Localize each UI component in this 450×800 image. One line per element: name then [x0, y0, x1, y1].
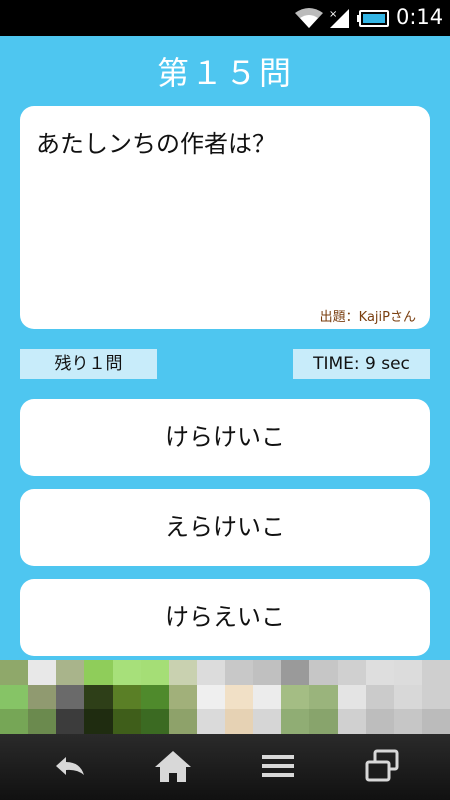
question-card: あたしンちの作者は？ 出題：KajiPさん [20, 106, 430, 329]
ad-banner-pixel [140, 660, 169, 685]
ad-banner-pixel [365, 684, 394, 710]
ad-banner-pixel [393, 660, 422, 685]
ad-banner-pixel [337, 684, 366, 710]
ad-banner-pixel [196, 660, 225, 685]
answer-button-2[interactable]: えらけいこ [20, 489, 430, 566]
ad-banner-pixel [112, 660, 141, 685]
wifi-icon [295, 8, 323, 28]
ad-banner-pixel [84, 709, 113, 734]
ad-banner-pixel [56, 660, 85, 685]
question-text: あたしンちの作者は？ [36, 130, 276, 158]
ad-banner-pixel [365, 660, 394, 685]
ad-banner-pixel [309, 660, 338, 685]
question-credit: 出題：KajiPさん [319, 310, 416, 325]
ad-banner-pixel [253, 684, 282, 710]
ad-banner[interactable] [0, 660, 450, 734]
ad-banner-pixel [28, 709, 57, 734]
ad-banner-pixel [0, 684, 29, 710]
ad-banner-pixel [0, 709, 29, 734]
ad-banner-pixel [168, 660, 197, 685]
question-number-title: 第１５問 [156, 54, 293, 92]
ad-banner-pixel [421, 660, 450, 685]
ad-banner-pixel [168, 709, 197, 734]
ad-banner-pixel [393, 709, 422, 734]
ad-banner-pixel [253, 709, 282, 734]
ad-banner-pixel [56, 709, 85, 734]
signal-icon: × [329, 9, 349, 28]
ad-banner-pixel [337, 709, 366, 734]
ad-banner-pixel [112, 684, 141, 710]
ad-banner-pixel [112, 709, 141, 734]
ad-banner-pixel [309, 709, 338, 734]
ad-banner-pixel [196, 684, 225, 710]
ad-banner-pixel [393, 684, 422, 710]
answer-button-3[interactable]: けらえいこ [20, 579, 430, 656]
ad-banner-pixel [225, 709, 254, 734]
ad-banner-pixel [196, 709, 225, 734]
remaining-questions-label: 残り１問 [20, 349, 157, 379]
menu-icon[interactable] [258, 748, 298, 784]
ad-banner-pixel [421, 684, 450, 710]
ad-banner-pixel [281, 660, 310, 685]
ad-banner-pixel [225, 660, 254, 685]
navigation-bar [0, 734, 450, 800]
ad-banner-pixel [421, 709, 450, 734]
clock-time: 0:14 [396, 5, 444, 29]
ad-banner-pixel [337, 660, 366, 685]
ad-banner-pixel [365, 709, 394, 734]
svg-text:×: × [329, 9, 337, 20]
ad-banner-pixel [140, 684, 169, 710]
ad-banner-pixel [0, 660, 29, 685]
ad-banner-pixel [28, 684, 57, 710]
ad-banner-pixel [84, 660, 113, 685]
ad-banner-pixel [225, 684, 254, 710]
ad-banner-pixel [309, 684, 338, 710]
ad-banner-pixel [56, 684, 85, 710]
home-icon[interactable] [153, 748, 193, 784]
back-icon[interactable] [50, 748, 90, 784]
ad-banner-pixel [253, 660, 282, 685]
ad-banner-pixel [168, 684, 197, 710]
ad-banner-pixel [281, 684, 310, 710]
ad-banner-pixel [281, 709, 310, 734]
ad-banner-pixel [84, 684, 113, 710]
ad-banner-pixel [140, 709, 169, 734]
timer-label: TIME: 9 sec [293, 349, 430, 379]
answer-button-1[interactable]: けらけいこ [20, 399, 430, 476]
recent-apps-icon[interactable] [362, 748, 402, 784]
status-bar: × 0:14 [0, 0, 450, 36]
battery-icon [357, 10, 389, 27]
ad-banner-pixel [28, 660, 57, 685]
